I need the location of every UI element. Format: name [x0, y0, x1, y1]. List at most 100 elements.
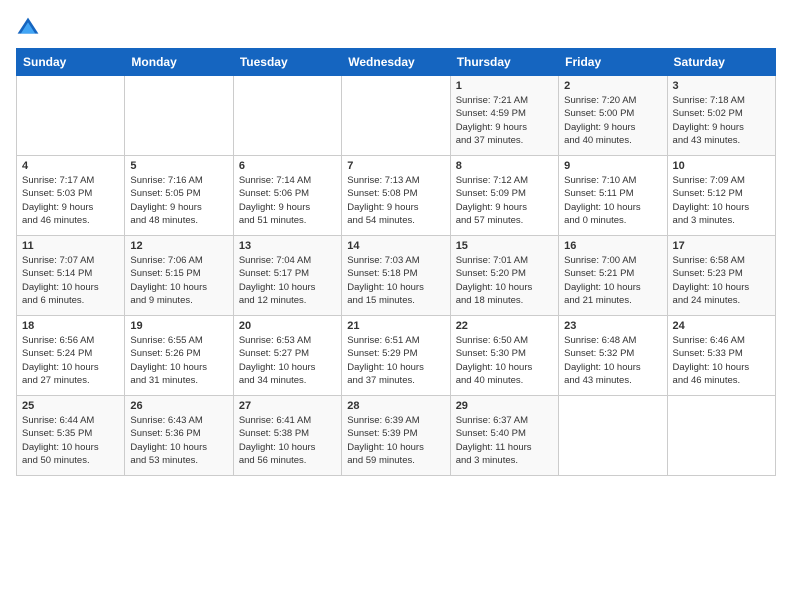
weekday-header-monday: Monday — [125, 49, 233, 76]
day-info: Sunrise: 7:16 AM Sunset: 5:05 PM Dayligh… — [130, 174, 227, 227]
day-info: Sunrise: 7:10 AM Sunset: 5:11 PM Dayligh… — [564, 174, 661, 227]
calendar-cell: 20 Sunrise: 6:53 AM Sunset: 5:27 PM Dayli… — [233, 316, 341, 396]
weekday-header-sunday: Sunday — [17, 49, 125, 76]
day-number: 18 — [22, 320, 119, 332]
day-number: 1 — [456, 80, 553, 92]
day-info: Sunrise: 7:09 AM Sunset: 5:12 PM Dayligh… — [673, 174, 770, 227]
day-number: 2 — [564, 80, 661, 92]
day-info: Sunrise: 6:43 AM Sunset: 5:36 PM Dayligh… — [130, 414, 227, 467]
calendar-cell — [667, 396, 775, 476]
day-info: Sunrise: 7:20 AM Sunset: 5:00 PM Dayligh… — [564, 94, 661, 147]
day-number: 10 — [673, 160, 770, 172]
day-info: Sunrise: 7:06 AM Sunset: 5:15 PM Dayligh… — [130, 254, 227, 307]
week-row-1: 4 Sunrise: 7:17 AM Sunset: 5:03 PM Daylig… — [17, 156, 776, 236]
calendar-cell: 6 Sunrise: 7:14 AM Sunset: 5:06 PM Daylig… — [233, 156, 341, 236]
weekday-header-friday: Friday — [559, 49, 667, 76]
calendar-cell: 22 Sunrise: 6:50 AM Sunset: 5:30 PM Dayli… — [450, 316, 558, 396]
calendar-cell: 12 Sunrise: 7:06 AM Sunset: 5:15 PM Dayli… — [125, 236, 233, 316]
calendar-cell: 27 Sunrise: 6:41 AM Sunset: 5:38 PM Dayli… — [233, 396, 341, 476]
day-number: 20 — [239, 320, 336, 332]
page-header — [16, 16, 776, 40]
calendar-cell: 15 Sunrise: 7:01 AM Sunset: 5:20 PM Dayli… — [450, 236, 558, 316]
calendar-cell — [125, 76, 233, 156]
day-number: 12 — [130, 240, 227, 252]
calendar-cell — [233, 76, 341, 156]
calendar-cell: 8 Sunrise: 7:12 AM Sunset: 5:09 PM Daylig… — [450, 156, 558, 236]
day-number: 25 — [22, 400, 119, 412]
day-info: Sunrise: 7:07 AM Sunset: 5:14 PM Dayligh… — [22, 254, 119, 307]
calendar-table: SundayMondayTuesdayWednesdayThursdayFrid… — [16, 48, 776, 476]
calendar-cell: 11 Sunrise: 7:07 AM Sunset: 5:14 PM Dayli… — [17, 236, 125, 316]
day-number: 28 — [347, 400, 444, 412]
calendar-cell: 13 Sunrise: 7:04 AM Sunset: 5:17 PM Dayli… — [233, 236, 341, 316]
calendar-cell: 28 Sunrise: 6:39 AM Sunset: 5:39 PM Dayli… — [342, 396, 450, 476]
weekday-header-saturday: Saturday — [667, 49, 775, 76]
day-info: Sunrise: 6:39 AM Sunset: 5:39 PM Dayligh… — [347, 414, 444, 467]
day-info: Sunrise: 7:18 AM Sunset: 5:02 PM Dayligh… — [673, 94, 770, 147]
day-info: Sunrise: 6:48 AM Sunset: 5:32 PM Dayligh… — [564, 334, 661, 387]
calendar-cell — [559, 396, 667, 476]
week-row-3: 18 Sunrise: 6:56 AM Sunset: 5:24 PM Dayli… — [17, 316, 776, 396]
calendar-cell: 19Sunrise: 6:55 AM Sunset: 5:26 PM Dayli… — [125, 316, 233, 396]
calendar-cell: 10 Sunrise: 7:09 AM Sunset: 5:12 PM Dayli… — [667, 156, 775, 236]
day-number: 24 — [673, 320, 770, 332]
day-number: 17 — [673, 240, 770, 252]
day-info: Sunrise: 6:41 AM Sunset: 5:38 PM Dayligh… — [239, 414, 336, 467]
calendar-cell: 2 Sunrise: 7:20 AM Sunset: 5:00 PM Daylig… — [559, 76, 667, 156]
calendar-cell: 25 Sunrise: 6:44 AM Sunset: 5:35 PM Dayli… — [17, 396, 125, 476]
day-number: 22 — [456, 320, 553, 332]
day-info: Sunrise: 7:17 AM Sunset: 5:03 PM Dayligh… — [22, 174, 119, 227]
day-number: 8 — [456, 160, 553, 172]
day-info: Sunrise: 7:13 AM Sunset: 5:08 PM Dayligh… — [347, 174, 444, 227]
weekday-header-tuesday: Tuesday — [233, 49, 341, 76]
weekday-header-thursday: Thursday — [450, 49, 558, 76]
calendar-cell: 5 Sunrise: 7:16 AM Sunset: 5:05 PM Daylig… — [125, 156, 233, 236]
calendar-cell: 1 Sunrise: 7:21 AM Sunset: 4:59 PM Daylig… — [450, 76, 558, 156]
calendar-cell — [342, 76, 450, 156]
day-number: 4 — [22, 160, 119, 172]
day-number: 11 — [22, 240, 119, 252]
calendar-cell: 21 Sunrise: 6:51 AM Sunset: 5:29 PM Dayli… — [342, 316, 450, 396]
day-number: 26 — [130, 400, 227, 412]
calendar-cell: 18 Sunrise: 6:56 AM Sunset: 5:24 PM Dayli… — [17, 316, 125, 396]
day-info: Sunrise: 6:50 AM Sunset: 5:30 PM Dayligh… — [456, 334, 553, 387]
calendar-cell: 16Sunrise: 7:00 AM Sunset: 5:21 PM Dayli… — [559, 236, 667, 316]
calendar-cell: 9 Sunrise: 7:10 AM Sunset: 5:11 PM Daylig… — [559, 156, 667, 236]
day-info: Sunrise: 6:53 AM Sunset: 5:27 PM Dayligh… — [239, 334, 336, 387]
day-info: Sunrise: 7:12 AM Sunset: 5:09 PM Dayligh… — [456, 174, 553, 227]
day-info: Sunrise: 7:14 AM Sunset: 5:06 PM Dayligh… — [239, 174, 336, 227]
day-info: Sunrise: 7:04 AM Sunset: 5:17 PM Dayligh… — [239, 254, 336, 307]
calendar-cell: 29Sunrise: 6:37 AM Sunset: 5:40 PM Dayli… — [450, 396, 558, 476]
day-number: 23 — [564, 320, 661, 332]
day-info: Sunrise: 7:21 AM Sunset: 4:59 PM Dayligh… — [456, 94, 553, 147]
day-info: Sunrise: 6:46 AM Sunset: 5:33 PM Dayligh… — [673, 334, 770, 387]
day-number: 9 — [564, 160, 661, 172]
calendar-cell: 7 Sunrise: 7:13 AM Sunset: 5:08 PM Daylig… — [342, 156, 450, 236]
day-number: 5 — [130, 160, 227, 172]
day-info: Sunrise: 6:44 AM Sunset: 5:35 PM Dayligh… — [22, 414, 119, 467]
day-number: 14 — [347, 240, 444, 252]
day-info: Sunrise: 7:00 AM Sunset: 5:21 PM Dayligh… — [564, 254, 661, 307]
week-row-2: 11 Sunrise: 7:07 AM Sunset: 5:14 PM Dayli… — [17, 236, 776, 316]
day-number: 3 — [673, 80, 770, 92]
day-info: Sunrise: 6:37 AM Sunset: 5:40 PM Dayligh… — [456, 414, 553, 467]
logo-icon — [16, 16, 40, 40]
day-info: Sunrise: 6:51 AM Sunset: 5:29 PM Dayligh… — [347, 334, 444, 387]
logo — [16, 16, 44, 40]
calendar-cell — [17, 76, 125, 156]
day-info: Sunrise: 6:56 AM Sunset: 5:24 PM Dayligh… — [22, 334, 119, 387]
day-number: 15 — [456, 240, 553, 252]
calendar-cell: 4 Sunrise: 7:17 AM Sunset: 5:03 PM Daylig… — [17, 156, 125, 236]
calendar-cell: 3 Sunrise: 7:18 AM Sunset: 5:02 PM Daylig… — [667, 76, 775, 156]
weekday-header-row: SundayMondayTuesdayWednesdayThursdayFrid… — [17, 49, 776, 76]
day-number: 7 — [347, 160, 444, 172]
weekday-header-wednesday: Wednesday — [342, 49, 450, 76]
day-number: 21 — [347, 320, 444, 332]
day-number: 6 — [239, 160, 336, 172]
day-number: 27 — [239, 400, 336, 412]
calendar-cell: 17Sunrise: 6:58 AM Sunset: 5:23 PM Dayli… — [667, 236, 775, 316]
week-row-0: 1 Sunrise: 7:21 AM Sunset: 4:59 PM Daylig… — [17, 76, 776, 156]
day-number: 13 — [239, 240, 336, 252]
day-info: Sunrise: 7:03 AM Sunset: 5:18 PM Dayligh… — [347, 254, 444, 307]
day-info: Sunrise: 7:01 AM Sunset: 5:20 PM Dayligh… — [456, 254, 553, 307]
